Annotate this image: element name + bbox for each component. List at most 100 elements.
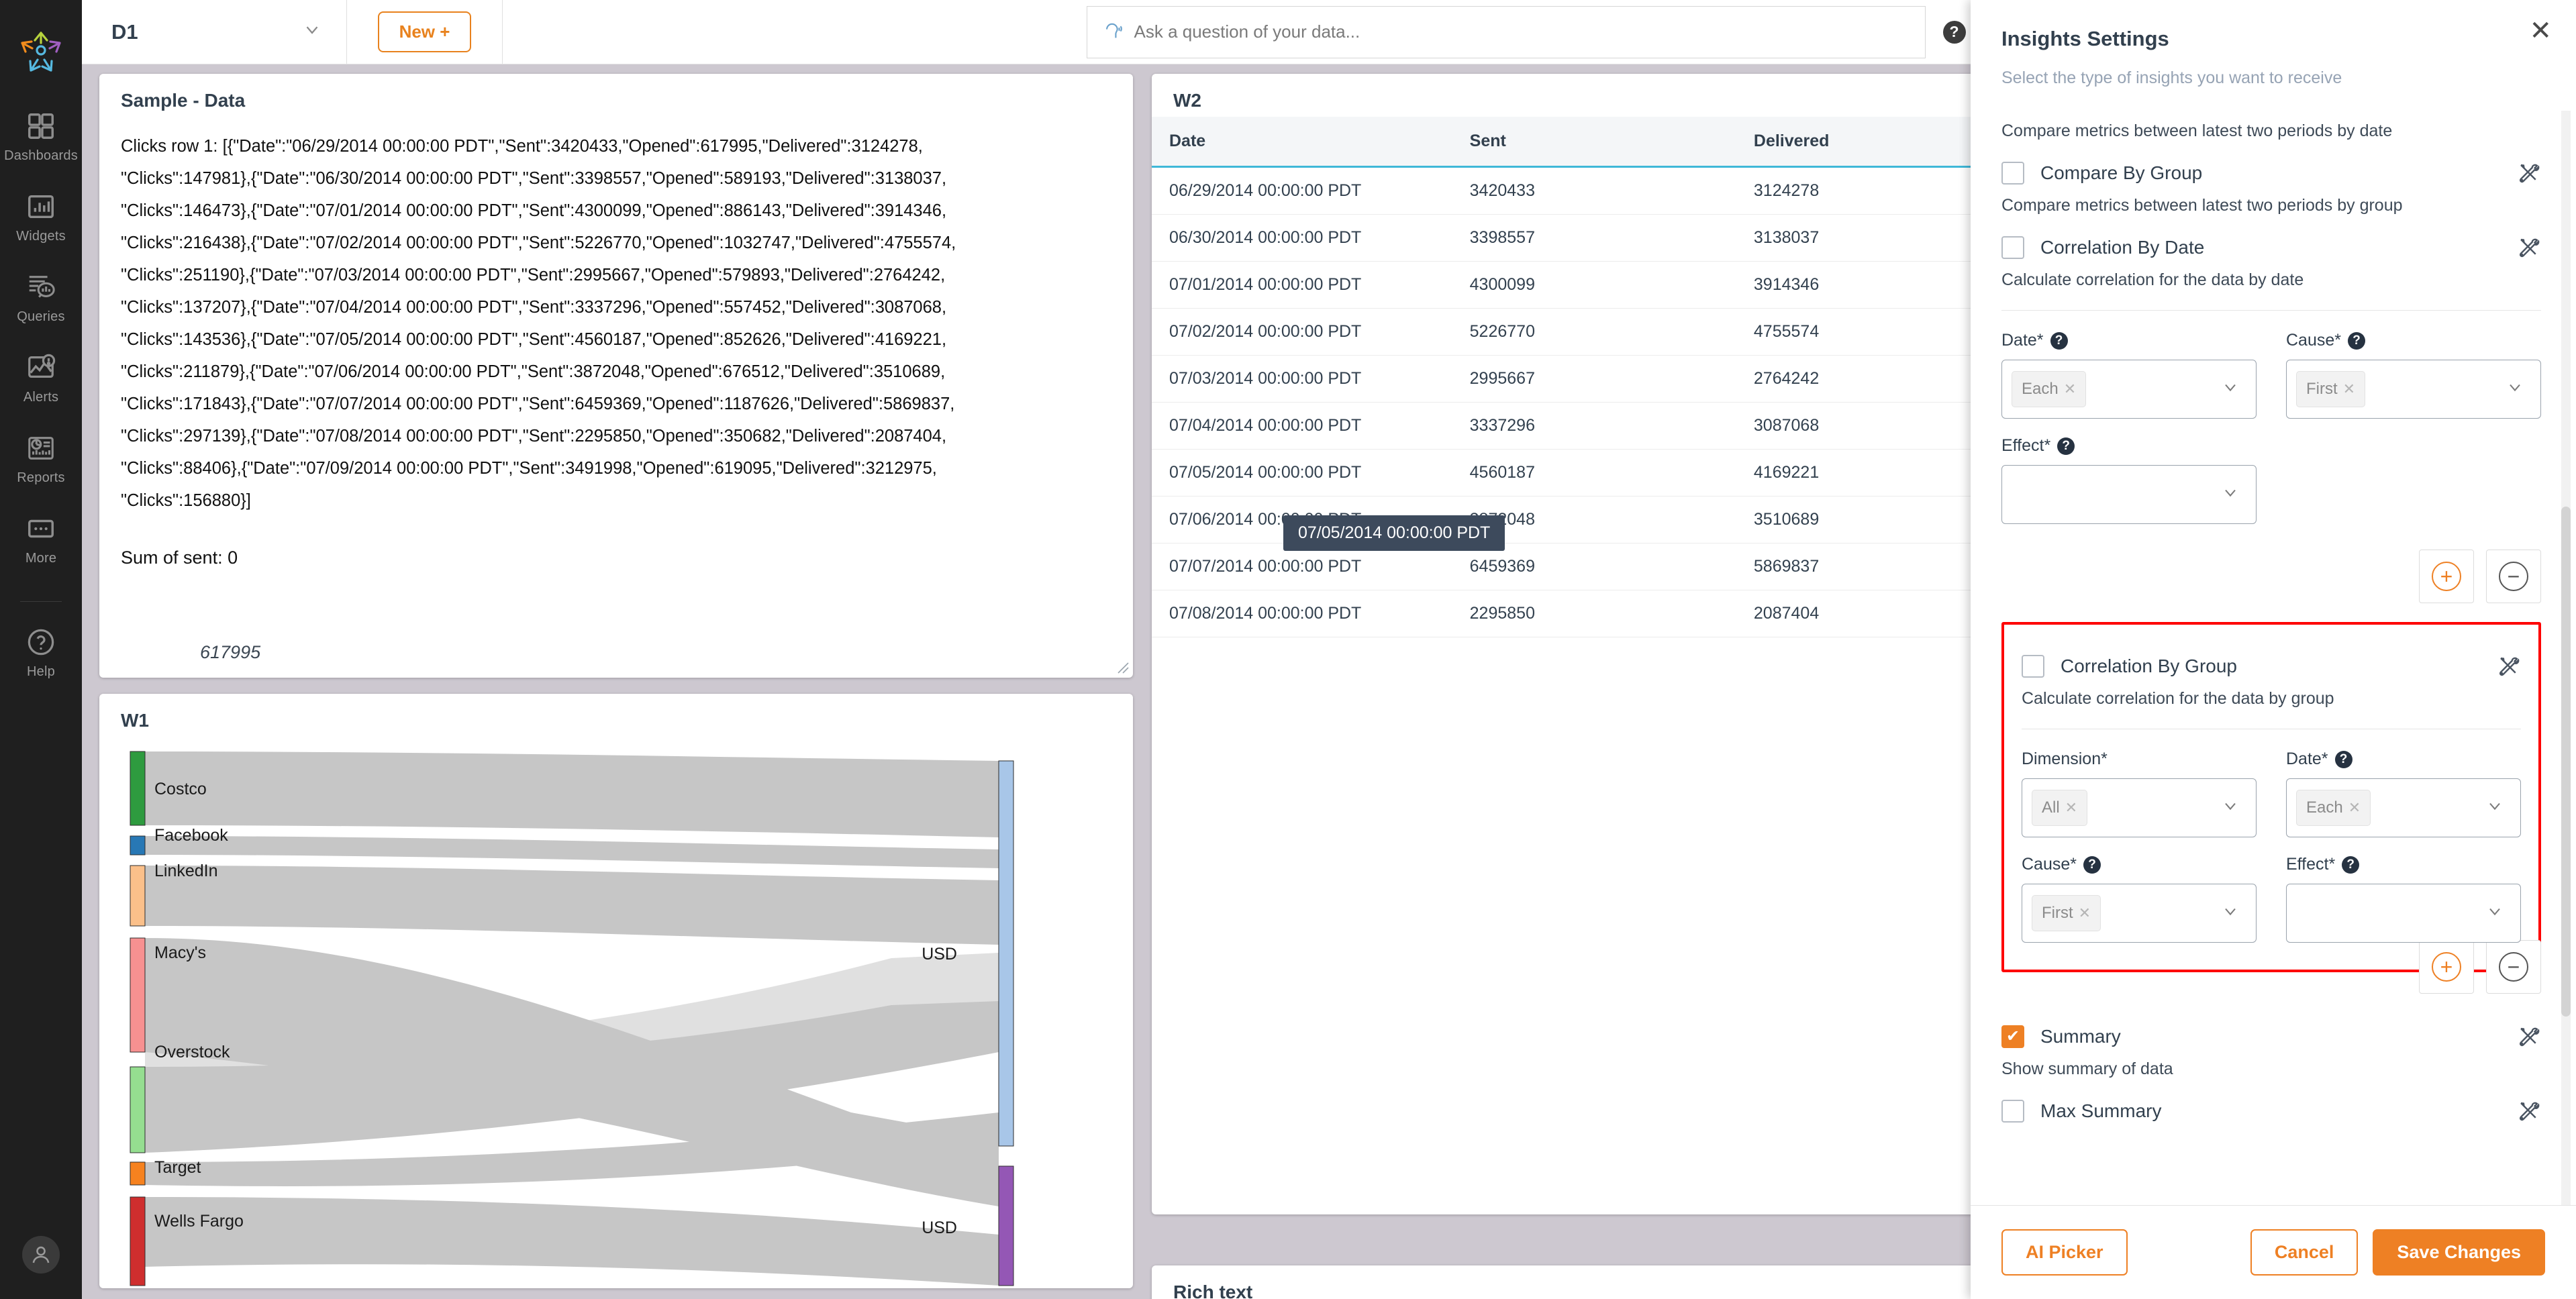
select-effect[interactable] (2001, 465, 2257, 524)
question-mark-icon[interactable]: ? (1943, 21, 1966, 44)
column-header-sent[interactable]: Sent (1470, 117, 1754, 167)
select-group-effect[interactable] (2286, 884, 2521, 943)
table-row[interactable]: 07/07/2014 00:00:00 PDT64593695869837 (1152, 543, 2024, 590)
app-logo-icon[interactable] (19, 30, 63, 74)
sidebar-item-dashboards[interactable]: Dashboards (0, 109, 82, 164)
chip-group-date[interactable]: Each ✕ (2296, 790, 2371, 826)
select-group-date[interactable]: Each ✕ (2286, 778, 2521, 837)
table-row[interactable]: 06/29/2014 00:00:00 PDT34204333124278 (1152, 167, 2024, 215)
tools-icon[interactable] (2517, 161, 2541, 185)
correlation-by-date-description: Calculate correlation for the data by da… (2001, 270, 2541, 290)
tools-icon[interactable] (2517, 1099, 2541, 1123)
sidebar-item-more[interactable]: More (0, 511, 82, 566)
field-label-wrap: Dimension* (2022, 749, 2257, 769)
checkbox-summary[interactable] (2001, 1025, 2024, 1048)
chip-cause[interactable]: First ✕ (2296, 371, 2365, 407)
sample-line: "Clicks":171843},{"Date":"07/07/2014 00:… (121, 388, 1111, 420)
chip-remove-icon[interactable]: ✕ (2348, 799, 2361, 817)
cell-sent: 4300099 (1470, 262, 1754, 309)
add-row-button[interactable]: + (2419, 550, 2474, 603)
checkbox-compare-by-group[interactable] (2001, 162, 2024, 185)
table-row[interactable]: 07/08/2014 00:00:00 PDT22958502087404 (1152, 590, 2024, 637)
help-icon[interactable]: ? (2083, 856, 2101, 874)
field-label-wrap: Effect* ? (2286, 855, 2521, 874)
widget-w2-table[interactable]: W2 Date Sent Delivered 06/29/2014 00:00:… (1152, 74, 2024, 1214)
option-correlation-by-group[interactable]: Correlation By Group (2022, 654, 2521, 678)
resize-handle[interactable] (1114, 659, 1129, 674)
help-icon[interactable]: ? (2057, 437, 2075, 455)
select-cause[interactable]: First ✕ (2286, 360, 2541, 419)
cell-date: 07/03/2014 00:00:00 PDT (1152, 356, 1470, 403)
sidebar-item-reports[interactable]: Reports (0, 431, 82, 486)
save-changes-button[interactable]: Save Changes (2373, 1229, 2545, 1276)
sidebar-item-label: Dashboards (4, 148, 78, 164)
data-table: Date Sent Delivered 06/29/2014 00:00:00 … (1152, 117, 2024, 637)
chip-date[interactable]: Each ✕ (2012, 371, 2086, 407)
sankey-source-nodes (130, 751, 145, 1286)
option-max-summary[interactable]: Max Summary (2001, 1099, 2541, 1123)
chip-remove-icon[interactable]: ✕ (2079, 904, 2091, 922)
option-correlation-by-date[interactable]: Correlation By Date (2001, 236, 2541, 260)
table-row[interactable]: 07/02/2014 00:00:00 PDT52267704755574 (1152, 309, 2024, 356)
table-body: 06/29/2014 00:00:00 PDT34204333124278 06… (1152, 167, 2024, 637)
add-row-button[interactable]: + (2419, 940, 2474, 994)
sidebar-item-help[interactable]: Help (0, 625, 82, 680)
avatar[interactable] (0, 1236, 82, 1274)
checkbox-correlation-by-group[interactable] (2022, 655, 2044, 678)
search-input[interactable]: Ask a question of your data... (1087, 6, 1926, 58)
query-chart-icon (23, 270, 58, 305)
sidebar-item-queries[interactable]: Queries (0, 270, 82, 325)
help-icon[interactable]: ? (2342, 856, 2359, 874)
corr-by-group-row-actions: + − (2001, 940, 2541, 994)
option-summary[interactable]: Summary (2001, 1025, 2541, 1049)
search-placeholder-text: Ask a question of your data... (1134, 21, 1360, 42)
tools-icon[interactable] (2497, 654, 2521, 678)
close-icon[interactable]: ✕ (2529, 17, 2552, 44)
cancel-button[interactable]: Cancel (2250, 1229, 2359, 1276)
select-date[interactable]: Each ✕ (2001, 360, 2257, 419)
widget-sample-data[interactable]: Sample - Data Clicks row 1: [{"Date":"06… (99, 74, 1133, 678)
option-compare-by-group[interactable]: Compare By Group (2001, 161, 2541, 185)
sum-of-sent-text: Sum of sent: 0 (121, 548, 1111, 568)
table-row[interactable]: 07/06/2014 00:00:00 PDT38720483510689 (1152, 497, 2024, 543)
table-row[interactable]: 07/03/2014 00:00:00 PDT29956672764242 (1152, 356, 2024, 403)
checkbox-max-summary[interactable] (2001, 1100, 2024, 1123)
cell-date: 06/30/2014 00:00:00 PDT (1152, 215, 1470, 262)
sidebar-item-alerts[interactable]: Alerts (0, 350, 82, 405)
table-row[interactable]: 07/04/2014 00:00:00 PDT33372963087068 (1152, 403, 2024, 450)
field-label: Cause* (2022, 855, 2077, 874)
tools-icon[interactable] (2517, 1025, 2541, 1049)
tools-icon[interactable] (2517, 236, 2541, 260)
dashboard-selector[interactable]: D1 (82, 0, 347, 64)
widget-w1-sankey[interactable]: W1 (99, 694, 1133, 1288)
help-icon[interactable]: ? (2335, 751, 2352, 768)
field-label-wrap: Date* ? (2001, 331, 2257, 350)
new-button[interactable]: New + (378, 11, 472, 52)
remove-row-button[interactable]: − (2486, 940, 2541, 994)
select-group-cause[interactable]: First ✕ (2022, 884, 2257, 943)
checkbox-correlation-by-date[interactable] (2001, 236, 2024, 259)
sample-line: "Clicks":211879},{"Date":"07/06/2014 00:… (121, 356, 1111, 388)
field-label: Effect* (2286, 855, 2335, 874)
corr-by-date-row-actions: + − (2001, 550, 2541, 603)
chip-remove-icon[interactable]: ✕ (2343, 380, 2355, 398)
chip-dimension[interactable]: All ✕ (2032, 790, 2087, 826)
ai-picker-button[interactable]: AI Picker (2001, 1229, 2128, 1276)
widget-rich-text[interactable]: Rich text Customer row 1: (1152, 1265, 2024, 1299)
cell-sent: 6459369 (1470, 543, 1754, 590)
select-dimension[interactable]: All ✕ (2022, 778, 2257, 837)
remove-row-button[interactable]: − (2486, 550, 2541, 603)
table-row[interactable]: 06/30/2014 00:00:00 PDT33985573138037 (1152, 215, 2024, 262)
sankey-label: USD (922, 1218, 957, 1237)
chip-remove-icon[interactable]: ✕ (2064, 380, 2076, 398)
help-icon[interactable]: ? (2348, 332, 2365, 350)
column-header-date[interactable]: Date (1152, 117, 1470, 167)
panel-scrollbar-thumb[interactable] (2561, 507, 2571, 1017)
table-row[interactable]: 07/01/2014 00:00:00 PDT43000993914346 (1152, 262, 2024, 309)
chevron-down-icon (2221, 796, 2240, 820)
chip-remove-icon[interactable]: ✕ (2065, 799, 2077, 817)
chip-group-cause[interactable]: First ✕ (2032, 895, 2101, 931)
table-row[interactable]: 07/05/2014 00:00:00 PDT45601874169221 (1152, 450, 2024, 497)
help-icon[interactable]: ? (2050, 332, 2068, 350)
sidebar-item-widgets[interactable]: Widgets (0, 189, 82, 244)
